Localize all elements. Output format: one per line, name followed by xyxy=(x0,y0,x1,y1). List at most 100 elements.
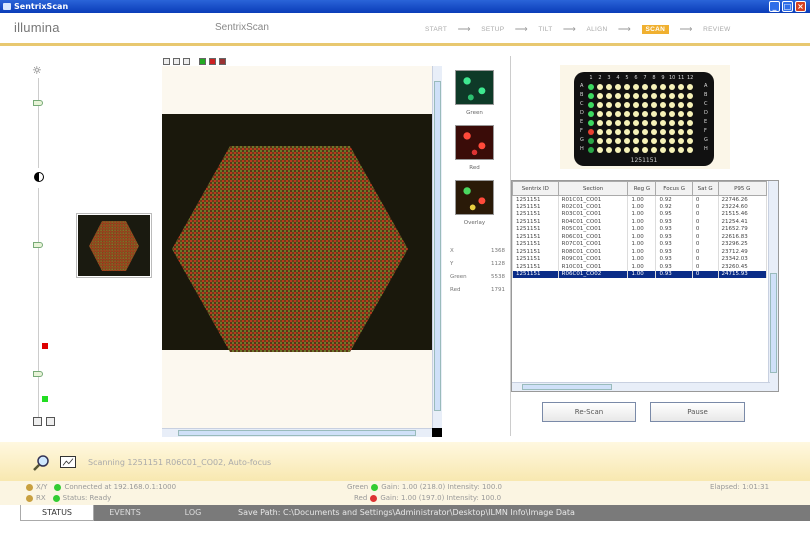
plate-well[interactable] xyxy=(642,102,648,108)
plate-well[interactable] xyxy=(633,120,639,126)
plate-well[interactable] xyxy=(606,129,612,135)
plate-well[interactable] xyxy=(624,84,630,90)
plate-well[interactable] xyxy=(678,129,684,135)
table-row[interactable]: 1251151 R07C01_CO01 1.00 0.93 0 23296.25 xyxy=(512,240,768,248)
step-scan[interactable]: SCAN xyxy=(641,25,670,34)
plate-well[interactable] xyxy=(651,120,657,126)
plate-well[interactable] xyxy=(678,111,684,117)
overlay-channel-thumbnail[interactable] xyxy=(455,180,494,215)
plate-well[interactable] xyxy=(606,120,612,126)
step-setup[interactable]: SETUP xyxy=(481,26,504,33)
plate-well[interactable] xyxy=(597,84,603,90)
step-start[interactable]: START xyxy=(425,26,447,33)
plate-well[interactable] xyxy=(597,102,603,108)
plate-well[interactable] xyxy=(660,147,666,153)
plate-well[interactable] xyxy=(588,93,594,99)
plate-well[interactable] xyxy=(678,93,684,99)
plate-well[interactable] xyxy=(669,129,675,135)
plate-well[interactable] xyxy=(615,93,621,99)
image-horizontal-scroll-thumb[interactable] xyxy=(178,430,416,436)
table-row[interactable]: 1251151 R02C01_CO01 1.00 0.92 0 23224.60 xyxy=(512,203,768,211)
plate-well[interactable] xyxy=(597,93,603,99)
plate-well[interactable] xyxy=(633,129,639,135)
table-row[interactable]: 1251151 R03C01_CO01 1.00 0.95 0 21515.46 xyxy=(512,210,768,218)
plate-well[interactable] xyxy=(642,138,648,144)
plate-well[interactable] xyxy=(624,120,630,126)
plate-well[interactable] xyxy=(651,102,657,108)
plate-well[interactable] xyxy=(588,111,594,117)
plate-well[interactable] xyxy=(588,147,594,153)
column-header[interactable]: Section xyxy=(557,181,629,196)
plate-well[interactable] xyxy=(633,84,639,90)
plate-well[interactable] xyxy=(687,84,693,90)
plate-well[interactable] xyxy=(588,84,594,90)
plate-well[interactable] xyxy=(597,120,603,126)
plate-well[interactable] xyxy=(588,120,594,126)
plate-well[interactable] xyxy=(588,102,594,108)
plate-well[interactable] xyxy=(669,111,675,117)
tab-events[interactable]: EVENTS xyxy=(94,505,156,521)
plate-well[interactable] xyxy=(615,129,621,135)
plate-well[interactable] xyxy=(606,84,612,90)
plate-well[interactable] xyxy=(669,147,675,153)
plate-well[interactable] xyxy=(642,93,648,99)
pause-button[interactable]: Pause xyxy=(650,402,745,422)
table-row[interactable]: 1251151 R08C01_CO01 1.00 0.93 0 23712.49 xyxy=(512,248,768,256)
plate-well[interactable] xyxy=(660,93,666,99)
plate-well[interactable] xyxy=(633,147,639,153)
plate-well[interactable] xyxy=(660,102,666,108)
plate-well[interactable] xyxy=(615,138,621,144)
rescan-button[interactable]: Re-Scan xyxy=(542,402,636,422)
plate-well[interactable] xyxy=(624,129,630,135)
plate-well[interactable] xyxy=(642,120,648,126)
close-button[interactable]: × xyxy=(795,1,806,12)
plate-well[interactable] xyxy=(642,111,648,117)
plate-well[interactable] xyxy=(615,147,621,153)
green-channel-toggle[interactable] xyxy=(199,57,206,65)
plate-well[interactable] xyxy=(624,111,630,117)
zoom-fit-icon[interactable] xyxy=(33,417,42,426)
plate-well[interactable] xyxy=(606,111,612,117)
plate-well[interactable] xyxy=(642,129,648,135)
table-row[interactable]: 1251151 R09C01_CO01 1.00 0.93 0 23342.03 xyxy=(512,255,768,263)
plate-well[interactable] xyxy=(597,138,603,144)
plate-well[interactable] xyxy=(678,120,684,126)
red-channel-toggle[interactable] xyxy=(209,57,216,65)
step-align[interactable]: ALIGN xyxy=(586,26,607,33)
column-header[interactable]: P95 G xyxy=(717,181,768,196)
red-channel-thumbnail[interactable] xyxy=(455,125,494,160)
table-row[interactable]: 1251151 R04C01_CO01 1.00 0.93 0 21254.41 xyxy=(512,218,768,226)
plate-well[interactable] xyxy=(651,111,657,117)
plate-well[interactable] xyxy=(651,84,657,90)
step-review[interactable]: REVIEW xyxy=(703,26,730,33)
pan-tool-icon[interactable] xyxy=(163,57,170,65)
plate-well[interactable] xyxy=(597,129,603,135)
table-horizontal-scrollbar[interactable] xyxy=(512,382,770,391)
overlay-channel-toggle[interactable] xyxy=(219,57,226,65)
plate-well[interactable] xyxy=(615,111,621,117)
column-header[interactable]: Reg G xyxy=(627,181,657,196)
plate-well[interactable] xyxy=(597,111,603,117)
save-image-icon[interactable] xyxy=(46,417,55,426)
image-horizontal-scrollbar[interactable] xyxy=(162,428,432,437)
plate-well[interactable] xyxy=(669,93,675,99)
plate-well[interactable] xyxy=(597,147,603,153)
plate-well[interactable] xyxy=(651,138,657,144)
step-tilt[interactable]: TILT xyxy=(538,26,552,33)
plate-well[interactable] xyxy=(687,93,693,99)
bead-chip-plate[interactable]: 1 2 3 4 5 6 7 8 9 10 11 12 1251151 AABBCCDDEEFFGGHH xyxy=(574,72,714,166)
scan-image[interactable] xyxy=(162,114,432,352)
plate-well[interactable] xyxy=(669,138,675,144)
column-header[interactable]: Focus G xyxy=(655,181,693,196)
plate-well[interactable] xyxy=(588,129,594,135)
maximize-button[interactable]: □ xyxy=(782,1,793,12)
plate-well[interactable] xyxy=(606,147,612,153)
table-vertical-scrollbar[interactable] xyxy=(768,181,778,391)
tab-log[interactable]: LOG xyxy=(160,505,226,521)
table-horizontal-scroll-thumb[interactable] xyxy=(522,384,612,390)
plate-well[interactable] xyxy=(606,102,612,108)
plate-well[interactable] xyxy=(651,129,657,135)
plate-well[interactable] xyxy=(669,120,675,126)
main-image-viewer[interactable] xyxy=(162,66,432,428)
plate-well[interactable] xyxy=(633,93,639,99)
